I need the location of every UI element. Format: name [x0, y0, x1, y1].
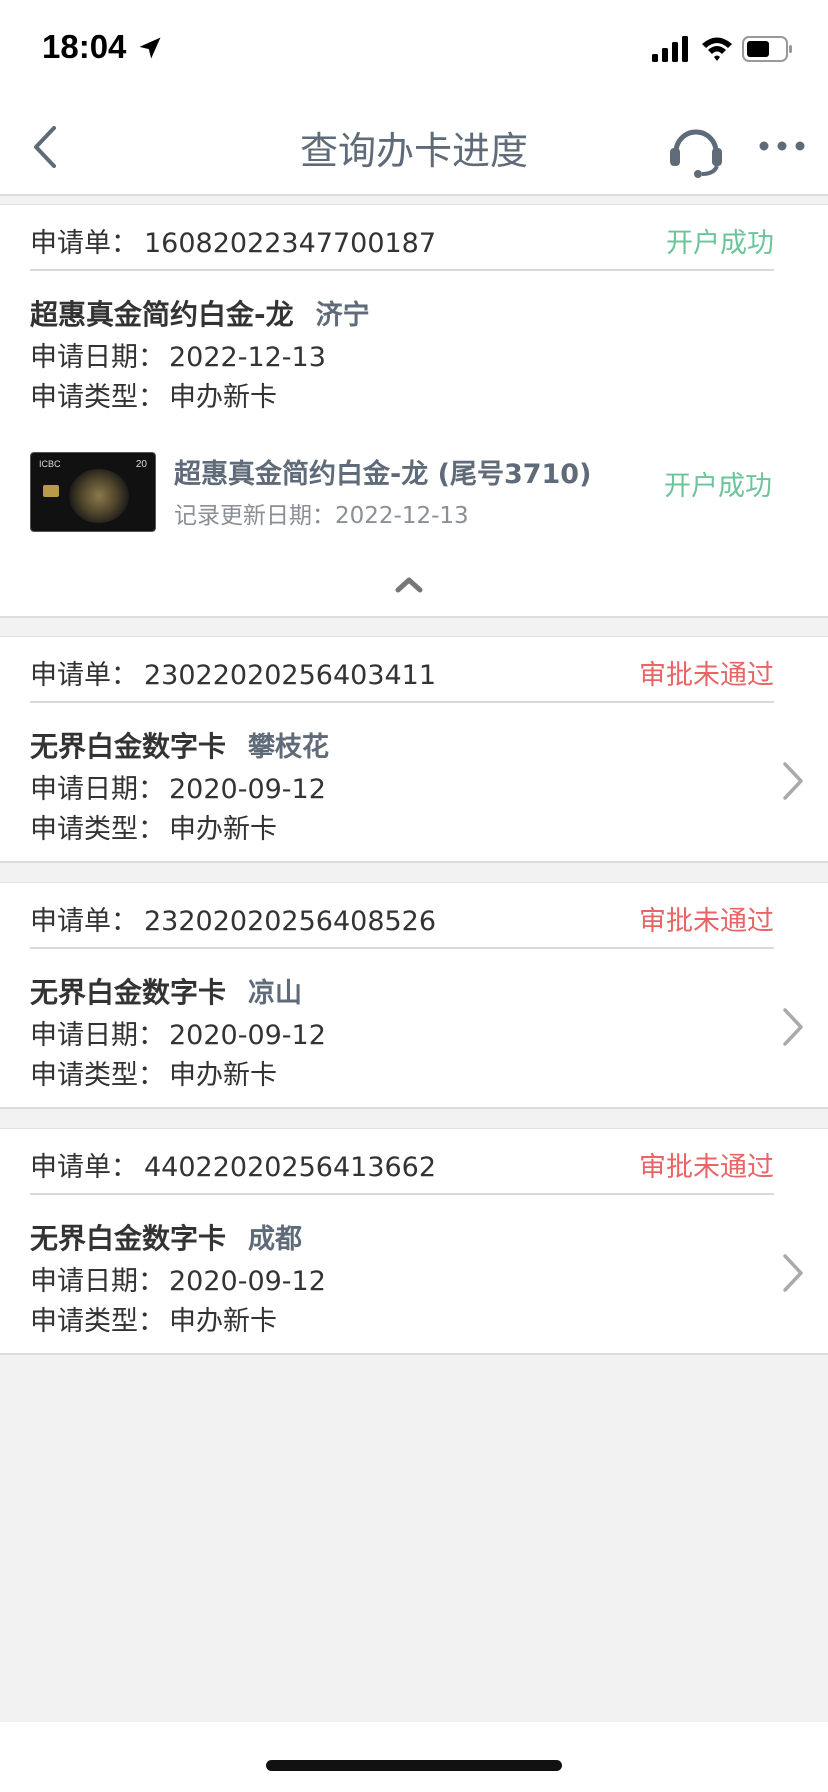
application-date: 申请日期： 2022-12-13 — [30, 342, 326, 373]
nav-bar: 查询办卡进度 — [0, 100, 828, 196]
card-name: 无界白金数字卡 攀枝花 — [30, 730, 330, 763]
bottom-safe-area — [0, 1722, 828, 1792]
application-card[interactable]: 申请单： 23202020256408526 审批未通过 无界白金数字卡 凉山 申请… — [0, 882, 828, 1109]
location-arrow-icon — [139, 37, 161, 59]
card-city: 济宁 — [315, 300, 370, 331]
application-header: 申请单： 23022020256403411 审批未通过 — [30, 637, 774, 703]
card-anniversary-mark: 20 — [135, 459, 147, 470]
card-thumbnail: ICBC 20 — [30, 452, 156, 532]
card-name: 超惠真金简约白金-龙 济宁 — [30, 298, 370, 331]
application-number: 申请单： 16082022347700187 — [30, 228, 437, 259]
chevron-right-icon[interactable] — [780, 1005, 806, 1049]
status-badge: 审批未通过 — [639, 906, 774, 937]
status-badge: 审批未通过 — [639, 1152, 774, 1183]
application-date: 申请日期： 2020-09-12 — [30, 1266, 326, 1297]
card-city: 凉山 — [248, 978, 303, 1009]
status-badge: 开户成功 — [666, 228, 774, 259]
detail-status-badge: 开户成功 — [664, 471, 772, 502]
card-chip — [43, 485, 59, 497]
collapse-toggle[interactable] — [0, 552, 828, 618]
home-indicator[interactable] — [266, 1760, 562, 1771]
chevron-up-icon[interactable] — [394, 574, 424, 594]
more-icon[interactable] — [758, 136, 806, 156]
application-header: 申请单： 16082022347700187 开户成功 — [30, 205, 774, 271]
signal-icon — [652, 36, 688, 62]
application-date: 申请日期： 2020-09-12 — [30, 1020, 326, 1051]
status-badge: 审批未通过 — [639, 660, 774, 691]
application-header: 申请单： 44022020256413662 审批未通过 — [30, 1129, 774, 1195]
application-header: 申请单： 23202020256408526 审批未通过 — [30, 883, 774, 949]
application-card[interactable]: 申请单： 16082022347700187 开户成功 超惠真金简约白金-龙 济宁 … — [0, 204, 828, 433]
card-name: 无界白金数字卡 成都 — [30, 1222, 303, 1255]
battery-icon — [742, 36, 792, 62]
card-city: 攀枝花 — [248, 732, 330, 763]
headset-icon[interactable] — [668, 120, 724, 178]
application-number: 申请单： 23202020256408526 — [30, 906, 437, 937]
status-time: 18:04 — [42, 28, 127, 65]
application-number: 申请单： 23022020256403411 — [30, 660, 437, 691]
application-card[interactable]: 申请单： 44022020256413662 审批未通过 无界白金数字卡 成都 申请… — [0, 1128, 828, 1355]
application-type: 申请类型： 申办新卡 — [30, 1060, 277, 1091]
application-type: 申请类型： 申办新卡 — [30, 382, 277, 413]
card-name: 无界白金数字卡 凉山 — [30, 976, 303, 1009]
chevron-right-icon[interactable] — [780, 759, 806, 803]
status-bar: 18:04 — [0, 0, 828, 100]
card-detail-row[interactable]: ICBC 20 超惠真金简约白金-龙 (尾号3710) 记录更新日期：2022-… — [0, 430, 828, 554]
application-type: 申请类型： 申办新卡 — [30, 1306, 277, 1337]
card-city: 成都 — [248, 1224, 303, 1255]
application-number: 申请单： 44022020256413662 — [30, 1152, 437, 1183]
card-emblem — [69, 469, 129, 523]
detail-card-title: 超惠真金简约白金-龙 (尾号3710) — [174, 459, 592, 490]
detail-update-date: 记录更新日期：2022-12-13 — [174, 503, 469, 529]
chevron-right-icon[interactable] — [780, 1251, 806, 1295]
application-date: 申请日期： 2020-09-12 — [30, 774, 326, 805]
card-brand-logo: ICBC — [39, 459, 61, 469]
application-card[interactable]: 申请单： 23022020256403411 审批未通过 无界白金数字卡 攀枝花 申… — [0, 636, 828, 863]
application-type: 申请类型： 申办新卡 — [30, 814, 277, 845]
wifi-icon — [702, 37, 732, 61]
